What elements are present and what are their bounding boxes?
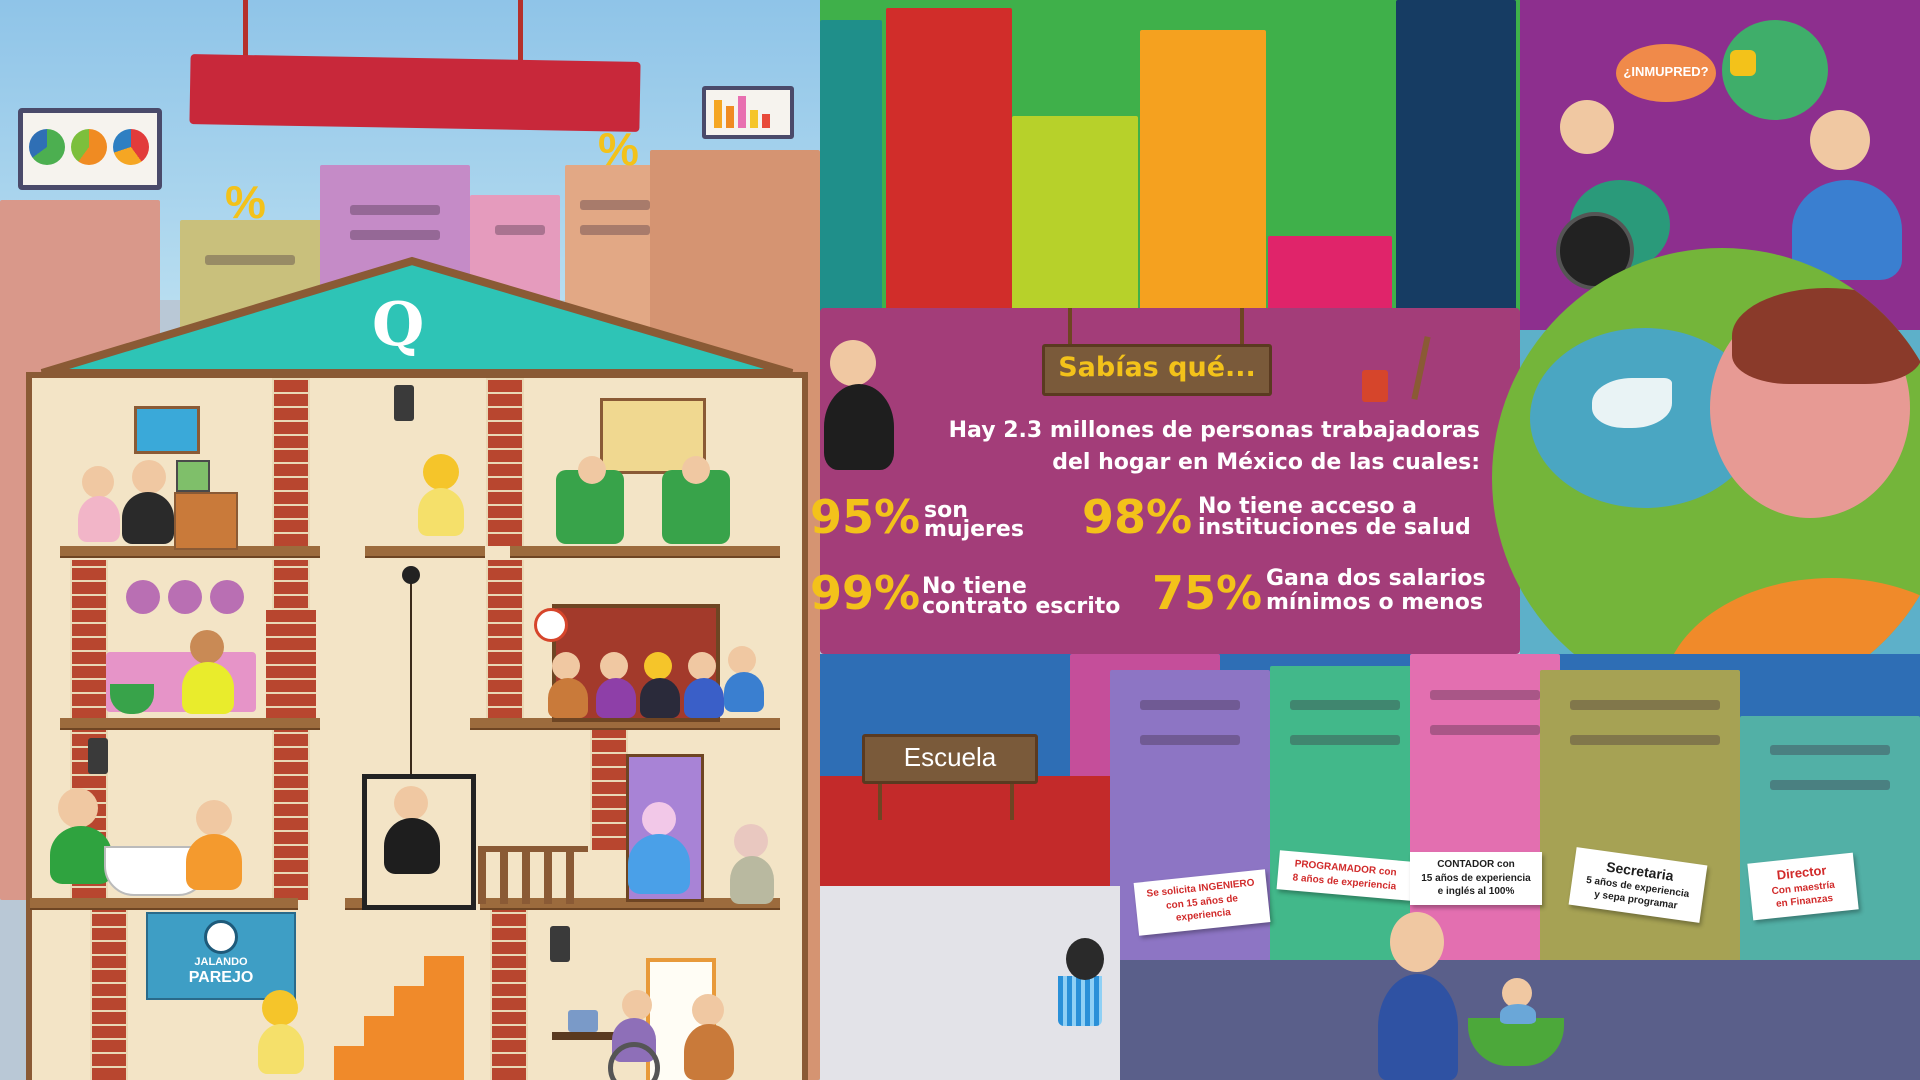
window	[350, 205, 440, 215]
trash-can-icon	[1058, 976, 1102, 1026]
lamp-icon	[394, 385, 414, 421]
brick-wall-block	[266, 610, 316, 720]
staircase	[334, 956, 464, 1080]
brick-column	[590, 730, 628, 850]
pot-icon	[168, 580, 202, 614]
picture-frame	[134, 406, 200, 454]
house-emblem: Q	[372, 290, 425, 360]
stat-percent: 99%	[810, 566, 921, 620]
bar-building	[886, 8, 1012, 330]
stat-text: instituciones de salud	[1198, 515, 1471, 540]
jalando-parejo-banner: JALANDO PAREJO	[146, 912, 296, 1000]
trash-bag	[1066, 938, 1104, 980]
stat-text: contrato escrito	[922, 594, 1121, 619]
heading: Sabías qué...	[1058, 352, 1256, 383]
window	[1430, 690, 1540, 700]
dresser	[174, 492, 238, 550]
pot-icon	[210, 580, 244, 614]
floor-shelf	[60, 718, 320, 728]
pie-chart-icon	[113, 129, 149, 165]
window	[580, 200, 650, 210]
banner-rope	[243, 0, 248, 60]
bar-icon	[726, 106, 734, 128]
railing	[478, 846, 588, 904]
lamp-icon	[88, 738, 108, 774]
brick-column	[490, 910, 528, 1080]
sign-post	[1240, 308, 1244, 348]
window	[350, 230, 440, 240]
brick-column	[486, 560, 524, 720]
cleaning-bucket-icon	[1362, 370, 1388, 402]
stat-percent: 98%	[1082, 490, 1193, 544]
bar-icon	[750, 110, 758, 128]
sign-post	[1068, 308, 1072, 348]
stat-text: mínimos o menos	[1266, 590, 1483, 615]
bar-building	[1140, 30, 1266, 330]
brick-column	[486, 378, 524, 546]
window	[1140, 735, 1240, 745]
brick-column	[70, 560, 108, 720]
window	[1430, 725, 1540, 735]
floor-shelf	[30, 898, 298, 908]
window	[1140, 700, 1240, 710]
floor-shelf	[510, 546, 780, 556]
school-roof	[820, 776, 1110, 886]
pulley-rope	[410, 580, 412, 780]
bar-building	[820, 20, 882, 330]
intro-line-1: Hay 2.3 millones de personas trabajadora…	[948, 418, 1480, 443]
stat-text: mujeres	[924, 517, 1024, 542]
stat-text: Gana dos salarios	[1266, 566, 1486, 591]
window	[1290, 700, 1400, 710]
stat-percent: 95%	[810, 490, 921, 544]
bar-icon	[738, 96, 746, 128]
bar-icon	[762, 114, 770, 128]
stat-percent: 75%	[1152, 566, 1263, 620]
banner-line-1: JALANDO	[194, 956, 248, 968]
bar-billboard	[702, 86, 794, 139]
tv-icon	[176, 460, 210, 492]
banner-line-2: PAREJO	[188, 969, 254, 986]
bar-building	[1012, 116, 1138, 330]
pot-icon	[126, 580, 160, 614]
intro-line-2: del hogar en México de las cuales:	[1052, 450, 1480, 475]
bar-icon	[714, 100, 722, 128]
dove-icon	[1592, 378, 1672, 428]
floor-shelf	[365, 546, 485, 556]
window	[1570, 735, 1720, 745]
window	[580, 225, 650, 235]
brick-column	[272, 730, 310, 900]
thumbs-up-icon	[1730, 50, 1756, 76]
school-sign-label: Escuela	[903, 742, 997, 772]
pie-billboard	[18, 108, 162, 190]
brick-column	[272, 378, 310, 546]
window	[495, 225, 545, 235]
radio-icon	[568, 1010, 598, 1032]
lamp-icon	[550, 926, 570, 962]
percent-symbol: %	[598, 123, 639, 175]
alarm-clock-icon	[534, 608, 568, 642]
gear-icon	[402, 566, 420, 584]
percent-symbol: %	[225, 176, 266, 228]
window	[1290, 735, 1400, 745]
window	[1770, 745, 1890, 755]
smiley-logo-icon	[204, 920, 238, 954]
illustration-canvas: % % Q JALANDO PAREJO Sabías qué... Hay 2…	[0, 0, 1920, 1080]
speech-bubble-text: ¿INMUPRED?	[1623, 64, 1709, 79]
red-banner	[189, 54, 641, 132]
person-hair	[1732, 288, 1920, 384]
job-sign-accountant: CONTADOR con 15 años de experiencia e in…	[1410, 852, 1542, 905]
window	[1770, 780, 1890, 790]
pie-chart-icon	[71, 129, 107, 165]
banner-rope	[518, 0, 523, 60]
window	[1570, 700, 1720, 710]
pie-chart-icon	[29, 129, 65, 165]
brick-column	[90, 910, 128, 1080]
bar-building	[1396, 0, 1516, 330]
job-sign-director: Director Con maestría en Finanzas	[1747, 852, 1859, 920]
